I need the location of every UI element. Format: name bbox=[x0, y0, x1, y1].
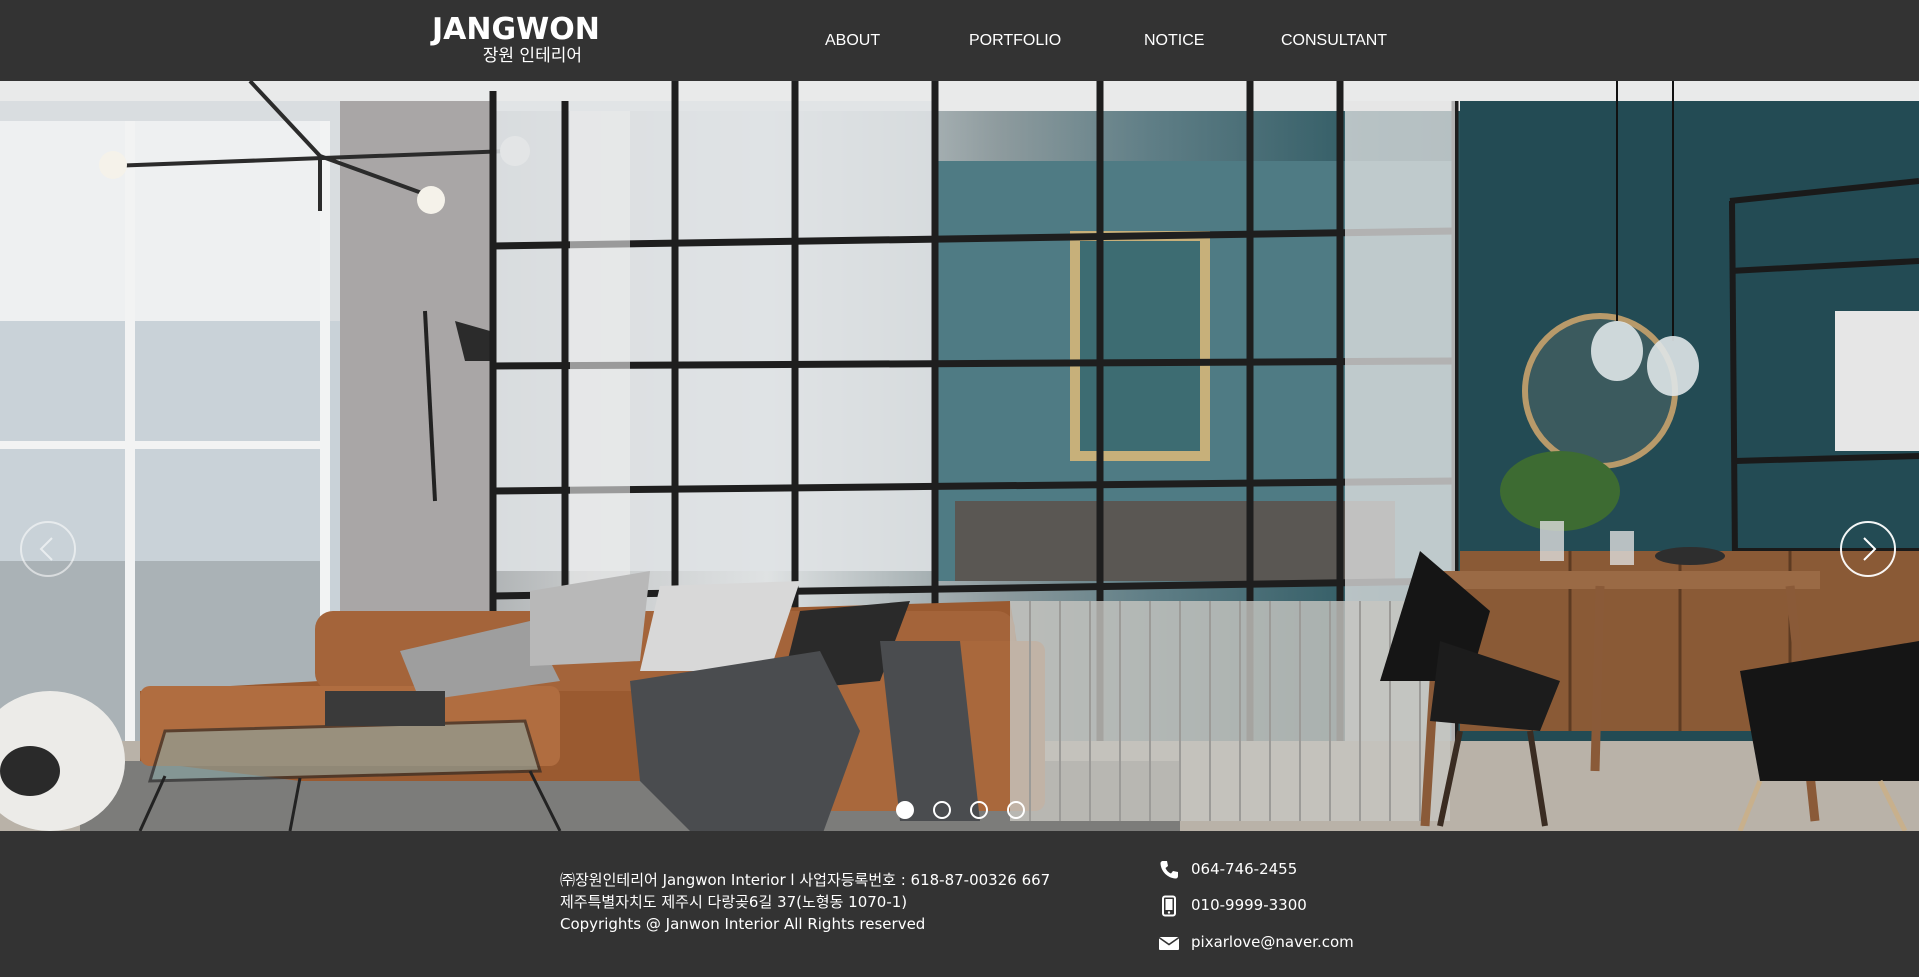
nav-notice[interactable]: NOTICE bbox=[1144, 32, 1204, 50]
slider-dot-2[interactable] bbox=[933, 801, 951, 819]
hero-interior-image bbox=[0, 81, 1919, 831]
company-address: 제주특별자치도 제주시 다랑곶6길 37(노형동 1070-1) bbox=[560, 893, 908, 911]
nav-about[interactable]: ABOUT bbox=[825, 32, 880, 50]
chevron-left-icon bbox=[39, 537, 53, 561]
nav-portfolio[interactable]: PORTFOLIO bbox=[969, 32, 1061, 50]
envelope-icon bbox=[1158, 936, 1180, 950]
company-info: ㈜장원인테리어 Jangwon Interior l 사업자등록번호 : 618… bbox=[560, 869, 1050, 935]
logo-subtitle: 장원 인테리어 bbox=[482, 46, 582, 66]
nav-consultant[interactable]: CONSULTANT bbox=[1281, 32, 1387, 50]
slider-dot-4[interactable] bbox=[1007, 801, 1025, 819]
phone-number: 064-746-2455 bbox=[1191, 860, 1298, 878]
slider-prev-button[interactable] bbox=[20, 521, 76, 577]
phone-icon bbox=[1160, 861, 1178, 879]
slider-next-button[interactable] bbox=[1840, 521, 1896, 577]
company-registration: ㈜장원인테리어 Jangwon Interior l 사업자등록번호 : 618… bbox=[560, 871, 1051, 889]
logo-wordmark: JANGWON bbox=[432, 12, 600, 47]
site-footer: ㈜장원인테리어 Jangwon Interior l 사업자등록번호 : 618… bbox=[0, 831, 1919, 977]
copyright-text: Copyrights @ Janwon Interior All Rights … bbox=[560, 915, 926, 933]
mobile-number: 010-9999-3300 bbox=[1191, 896, 1307, 914]
hero-slider[interactable] bbox=[0, 81, 1919, 831]
slider-dot-1[interactable] bbox=[896, 801, 914, 819]
site-header: JANGWON 장원 인테리어 ABOUT PORTFOLIO NOTICE C… bbox=[0, 0, 1919, 81]
mobile-icon bbox=[1162, 895, 1176, 917]
chevron-right-icon bbox=[1863, 537, 1877, 561]
email-address: pixarlove@naver.com bbox=[1191, 933, 1354, 951]
logo[interactable]: JANGWON 장원 인테리어 bbox=[432, 12, 600, 70]
slider-dot-3[interactable] bbox=[970, 801, 988, 819]
